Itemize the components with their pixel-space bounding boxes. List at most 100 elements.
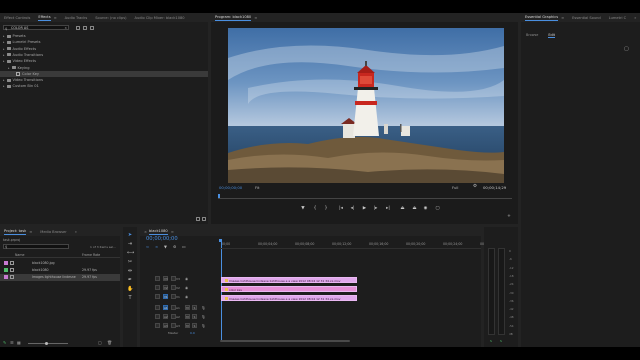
mute-button[interactable]: M (185, 314, 190, 319)
voice-over-record-icon[interactable]: 🎙 (201, 315, 206, 319)
disclosure-triangle-icon[interactable]: ▸ (3, 34, 5, 38)
solo-left-button[interactable]: S (490, 339, 492, 343)
playhead-marker[interactable] (218, 194, 220, 198)
step-back-icon[interactable]: ◂| (349, 206, 356, 211)
tab-source[interactable]: Source: (no clips) (95, 16, 126, 20)
snap-icon[interactable]: ⊂ (146, 244, 149, 249)
effects-tree-item[interactable]: ▸ Video Transitions (3, 77, 43, 83)
icon-view-icon[interactable]: ▦ (17, 340, 21, 345)
delete-icon[interactable] (202, 217, 206, 221)
program-timecode[interactable]: 00;00;00;00 (219, 185, 242, 190)
tab-menu-icon[interactable]: ≡ (29, 230, 32, 234)
toggle-output-eye-icon[interactable]: ◉ (185, 286, 188, 290)
work-area-bar[interactable] (220, 248, 481, 249)
tab-audio-clip-mixer[interactable]: Audio Clip Mixer: black1080 (134, 16, 184, 20)
track-target-button[interactable]: A2 (163, 314, 168, 319)
tab-menu-icon[interactable]: ≡ (561, 16, 564, 20)
timeline-timecode[interactable]: 00;00;00;00 (146, 236, 178, 242)
disclosure-triangle-icon[interactable]: ▸ (3, 47, 5, 51)
extract-icon[interactable]: ⏏ (411, 206, 418, 211)
tab-essential-graphics[interactable]: Essential Graphics (525, 15, 558, 21)
track-select-tool-icon[interactable]: ⇥ (127, 241, 133, 247)
disclosure-triangle-icon[interactable]: ▸ (3, 40, 5, 44)
selection-tool-icon[interactable]: ➤ (127, 232, 133, 238)
mute-button[interactable]: M (185, 323, 190, 328)
timeline-clip[interactable]: Images lighthouse lindesne lighthouse e … (221, 276, 357, 283)
step-forward-icon[interactable]: |▸ (372, 206, 379, 211)
tab-lumetri[interactable]: Lumetri C (609, 16, 626, 20)
program-scrubber[interactable] (218, 194, 512, 199)
tab-effect-controls[interactable]: Effect Controls (4, 16, 30, 20)
overflow-chevron-icon[interactable]: » (634, 16, 636, 20)
mark-in-icon[interactable]: { (312, 206, 318, 211)
slip-tool-icon[interactable]: ⇹ (127, 268, 133, 274)
track-target-button[interactable]: V1 (163, 294, 168, 299)
solo-right-button[interactable]: S (500, 339, 502, 343)
tab-sequence[interactable]: black1080 (149, 229, 168, 235)
hand-tool-icon[interactable]: ✋ (127, 286, 133, 292)
effects-tree-item[interactable]: ▸ Audio Effects (3, 46, 36, 52)
new-bin-icon[interactable] (196, 217, 200, 221)
tab-effects[interactable]: Effects (38, 15, 50, 21)
razor-tool-icon[interactable]: ✂ (127, 259, 133, 265)
subtab-browse[interactable]: Browse (526, 33, 538, 38)
track-lock-icon[interactable] (155, 323, 160, 328)
yuv-effects-icon[interactable] (90, 25, 94, 30)
pen-tool-icon[interactable]: ✒ (127, 277, 133, 283)
disclosure-triangle-icon[interactable]: ▸ (3, 84, 5, 88)
project-item-row[interactable]: black1080 29.97 fps (0, 267, 120, 274)
effects-tree-item[interactable]: ▸ Video Effects (3, 58, 36, 64)
mark-out-icon[interactable]: } (323, 206, 329, 211)
track-target-button[interactable]: V3 (163, 276, 168, 281)
quality-dropdown[interactable]: Full (452, 185, 459, 190)
effects-tree-item[interactable]: ▸ Custom Bin 01 (3, 83, 39, 89)
add-button-icon[interactable]: + (506, 214, 512, 219)
voice-over-record-icon[interactable]: 🎙 (201, 324, 206, 328)
track-lock-icon[interactable] (155, 294, 160, 299)
zoom-slider[interactable] (28, 343, 68, 344)
tab-media-browser[interactable]: Media Browser (40, 230, 67, 234)
master-track-value[interactable]: 0.0 (190, 331, 195, 335)
ripple-edit-tool-icon[interactable]: ⟷ (127, 250, 134, 256)
timeline-clip[interactable]: color key (221, 285, 357, 292)
column-name[interactable]: Name (15, 253, 24, 257)
track-target-button[interactable]: V2 (163, 285, 168, 290)
delete-icon[interactable]: 🗑 (107, 340, 112, 345)
project-item-row[interactable]: Images lighthouse lindesne 29.97 fps (0, 274, 120, 281)
timeline-clip[interactable]: Images lighthouse lindesne lighthouse e … (221, 294, 357, 301)
track-target-button[interactable]: A1 (163, 305, 168, 310)
tab-menu-icon[interactable]: ≡ (254, 16, 257, 20)
project-item-row[interactable]: black1080.jpg (0, 260, 120, 267)
add-marker-icon[interactable]: ▼ (300, 206, 306, 211)
timeline-settings-icon[interactable]: ⚙ (173, 244, 176, 249)
effects-tree-item[interactable]: ▸ Audio Transitions (3, 52, 43, 58)
tab-menu-icon[interactable]: ≡ (171, 230, 174, 234)
toggle-output-eye-icon[interactable]: ◉ (185, 295, 188, 299)
solo-button[interactable]: S (192, 305, 197, 310)
play-icon[interactable]: ▶ (361, 206, 368, 211)
zoom-slider-handle[interactable] (45, 341, 48, 345)
project-search-input[interactable]: ⚲ (3, 244, 69, 249)
lift-icon[interactable]: ⏏ (399, 206, 406, 211)
linked-selection-icon[interactable]: ∞ (155, 244, 158, 249)
disclosure-triangle-icon[interactable]: ▸ (3, 78, 5, 82)
accelerated-effects-icon[interactable] (76, 25, 80, 30)
effects-tree-item[interactable]: Color Key (0, 70, 208, 77)
timeline-horizontal-scrollbar[interactable] (220, 339, 478, 342)
column-frame-rate[interactable]: Frame Rate (82, 253, 100, 257)
new-item-icon[interactable]: ▢ (98, 340, 102, 345)
scrollbar-thumb[interactable] (220, 339, 350, 342)
new-layer-icon[interactable]: ▢ (624, 46, 629, 52)
track-lock-icon[interactable] (155, 305, 160, 310)
tab-menu-icon[interactable]: ≡ (54, 16, 57, 20)
go-to-out-icon[interactable]: ▸| (384, 206, 392, 211)
effects-search-input[interactable]: ⚲ COLOR AS × (3, 25, 69, 31)
track-lock-icon[interactable] (155, 276, 160, 281)
export-frame-icon[interactable]: ◉ (422, 206, 429, 211)
track-lock-icon[interactable] (155, 314, 160, 319)
add-marker-icon[interactable]: ▼ (164, 244, 167, 249)
solo-button[interactable]: S (192, 314, 197, 319)
comparison-view-icon[interactable]: ▢ (434, 206, 441, 211)
mute-button[interactable]: M (185, 305, 190, 310)
toggle-output-eye-icon[interactable]: ◉ (185, 277, 188, 281)
